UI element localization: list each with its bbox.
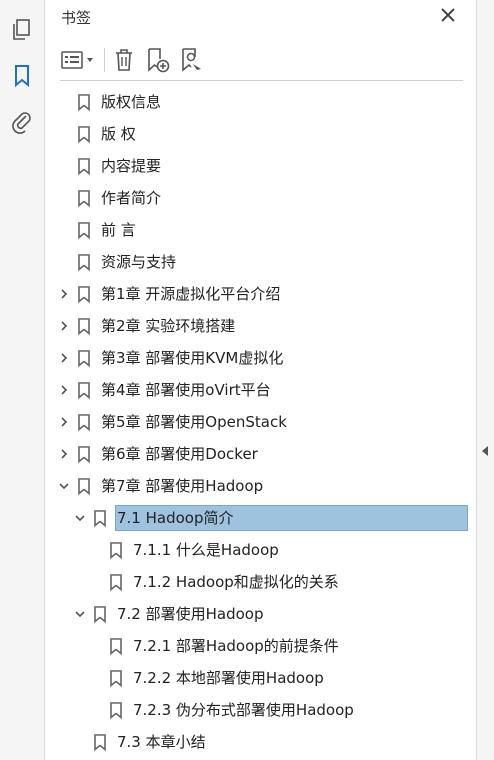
bookmark-icon (109, 670, 123, 688)
bookmark-icon (93, 510, 107, 528)
page-thumbnails-icon (13, 19, 30, 40)
chevron-right-icon[interactable] (57, 447, 71, 461)
bookmark-item[interactable]: 第5章 部署使用OpenStack (45, 408, 476, 436)
collapse-arrow-icon (482, 446, 488, 456)
bookmark-item[interactable]: 第2章 实验环境搭建 (45, 312, 476, 340)
chevron-right-icon[interactable] (57, 415, 71, 429)
bookmark-label: 第1章 开源虚拟化平台介绍 (101, 285, 281, 303)
bookmark-icon (77, 350, 91, 368)
navigation-rail (0, 0, 45, 760)
chevron-down-icon[interactable] (73, 511, 87, 525)
bookmark-structure-button[interactable] (178, 46, 206, 74)
bookmark-label: 第4章 部署使用oVirt平台 (101, 381, 271, 399)
bookmark-icon (109, 574, 123, 592)
bookmark-item[interactable]: 第6章 部署使用Docker (45, 440, 476, 468)
toolbar-separator (60, 80, 463, 81)
bookmark-item[interactable]: 版权信息 (45, 88, 476, 116)
bookmark-item[interactable]: 7.1 Hadoop简介 (45, 504, 476, 532)
bookmark-icon (77, 446, 91, 464)
bookmark-icon (77, 382, 91, 400)
bookmark-label: 7.3 本章小结 (117, 733, 206, 751)
bookmark-label: 7.2.3 伪分布式部署使用Hadoop (133, 701, 354, 719)
attachments-button[interactable] (8, 108, 36, 136)
bookmark-item[interactable]: 作者简介 (45, 184, 476, 212)
bookmarks-panel: 书签 版权信息版 权内容提要 作者简介 前 言 资源与支持 第1章 开源虚拟化平… (45, 0, 476, 760)
bookmark-label: 7.2.1 部署Hadoop的前提条件 (133, 637, 339, 655)
bookmark-icon (93, 606, 107, 624)
bookmark-item[interactable]: 前 言 (45, 216, 476, 244)
bookmark-icon (77, 158, 91, 176)
add-bookmark-icon (148, 48, 170, 73)
bookmark-item[interactable]: 7.2 部署使用Hadoop (45, 600, 476, 628)
bookmark-item[interactable]: 第4章 部署使用oVirt平台 (45, 376, 476, 404)
bookmark-icon (93, 734, 107, 752)
paperclip-icon (12, 112, 31, 134)
bookmark-item[interactable]: 资源与支持 (45, 248, 476, 276)
bookmark-item[interactable]: 7.2.2 本地部署使用Hadoop (45, 664, 476, 692)
bookmark-label: 第3章 部署使用KVM虚拟化 (101, 349, 284, 367)
bookmark-label: 第6章 部署使用Docker (101, 445, 258, 463)
bookmark-label: 7.2 部署使用Hadoop (117, 605, 264, 623)
bookmark-icon (109, 542, 123, 560)
bookmark-label: 第7章 部署使用Hadoop (101, 477, 264, 495)
bookmark-icon (109, 638, 123, 656)
bookmark-item[interactable]: 7.2.1 部署Hadoop的前提条件 (45, 632, 476, 660)
bookmark-label: 7.1 Hadoop简介 (117, 509, 234, 527)
new-bookmark-button[interactable] (144, 46, 172, 74)
bookmark-icon (77, 190, 91, 208)
chevron-right-icon[interactable] (57, 351, 71, 365)
bookmark-label: 7.1.2 Hadoop和虚拟化的关系 (133, 573, 339, 591)
bookmark-item[interactable]: 7.1.2 Hadoop和虚拟化的关系 (45, 568, 476, 596)
bookmark-label: 版权信息 (101, 93, 162, 111)
bookmark-icon (77, 478, 91, 496)
bookmark-label: 作者简介 (101, 189, 162, 207)
delete-bookmark-button[interactable] (111, 46, 137, 74)
close-icon (441, 8, 455, 22)
bookmark-label: 7.1.1 什么是Hadoop (133, 541, 279, 559)
options-menu-button[interactable] (59, 46, 97, 74)
bookmark-label: 第5章 部署使用OpenStack (101, 413, 287, 431)
bookmark-item[interactable]: 7.2.3 伪分布式部署使用Hadoop (45, 696, 476, 724)
chevron-right-icon[interactable] (57, 319, 71, 333)
page-thumbnails-button[interactable] (8, 16, 36, 44)
bookmark-icon (109, 702, 123, 720)
bookmark-label: 资源与支持 (101, 253, 177, 271)
bookmark-item[interactable]: 第7章 部署使用Hadoop (45, 472, 476, 500)
bookmark-icon (77, 222, 91, 240)
bookmark-item[interactable]: 第1章 开源虚拟化平台介绍 (45, 280, 476, 308)
bookmark-item[interactable]: 7.1.1 什么是Hadoop (45, 536, 476, 564)
bookmark-item[interactable]: 版 权 (45, 120, 476, 148)
bookmark-label: 内容提要 (101, 157, 162, 175)
bookmark-item[interactable]: 第3章 部署使用KVM虚拟化 (45, 344, 476, 372)
bookmark-icon (77, 126, 91, 144)
bookmarks-button[interactable] (8, 62, 36, 90)
bookmark-label: 前 言 (101, 221, 136, 239)
close-panel-button[interactable] (437, 4, 459, 26)
chevron-right-icon[interactable] (57, 287, 71, 301)
bookmark-label: 7.2.2 本地部署使用Hadoop (133, 669, 324, 687)
bookmark-item[interactable]: 7.3 本章小结 (45, 728, 476, 756)
bookmark-icon (77, 94, 91, 112)
chevron-down-icon[interactable] (73, 607, 87, 621)
panel-collapse-strip[interactable] (476, 0, 494, 760)
bookmark-search-icon (182, 48, 201, 72)
list-options-icon (61, 51, 93, 69)
bookmark-item[interactable]: 内容提要 (45, 152, 476, 180)
bookmark-label: 版 权 (101, 125, 136, 143)
chevron-right-icon[interactable] (57, 383, 71, 397)
bookmark-icon (77, 254, 91, 272)
bookmark-icon (77, 286, 91, 304)
bookmark-label: 第2章 实验环境搭建 (101, 317, 236, 335)
chevron-down-icon[interactable] (57, 479, 71, 493)
bookmark-icon (77, 318, 91, 336)
panel-title: 书签 (61, 9, 92, 27)
chevron-down-icon (87, 58, 93, 62)
bookmark-icon (77, 414, 91, 432)
bookmark-icon (15, 65, 29, 88)
toolbar-divider (104, 48, 105, 72)
trash-icon (116, 49, 132, 71)
